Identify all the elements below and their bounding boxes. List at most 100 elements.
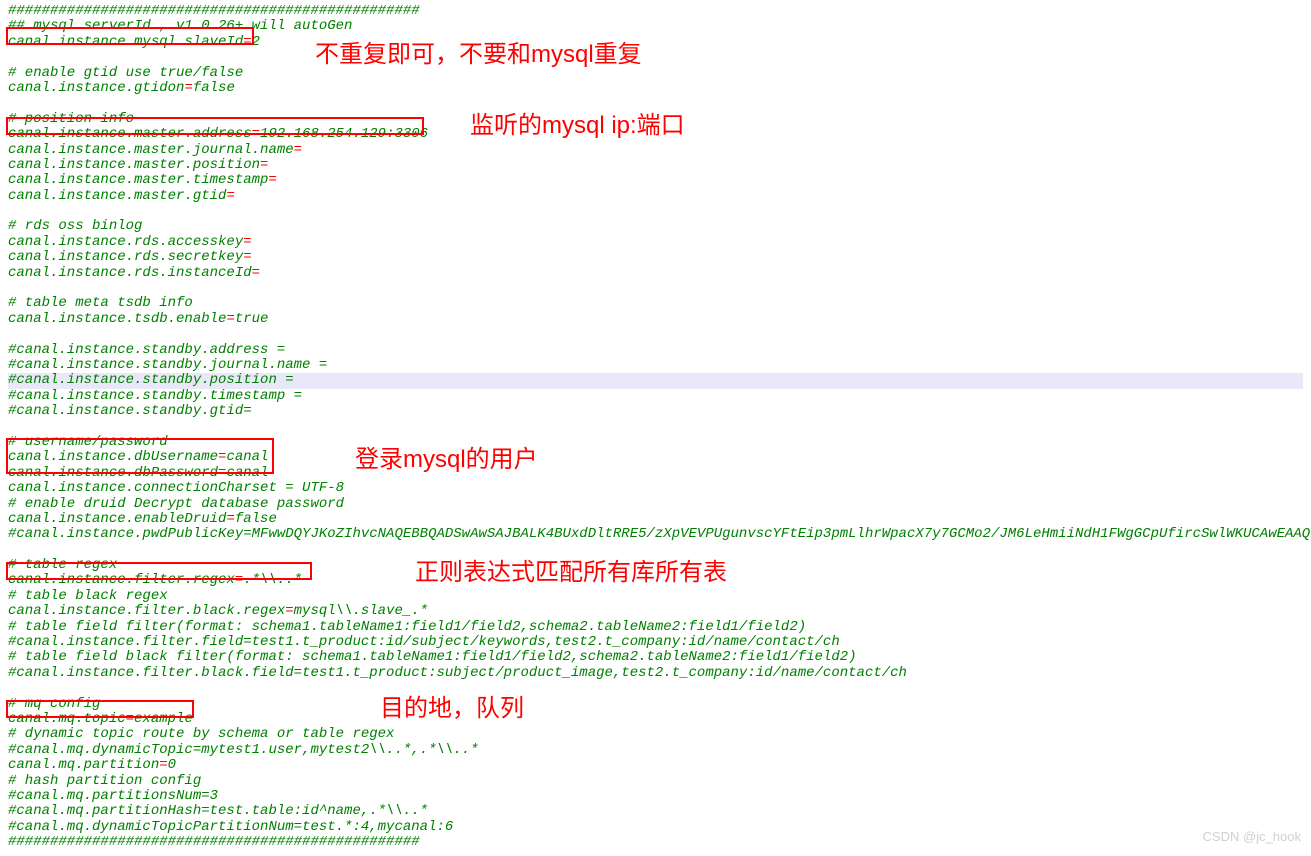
config-value: canal	[226, 465, 268, 481]
code-line: #canal.instance.standby.gtid=	[8, 404, 1303, 419]
code-line: #canal.instance.standby.address =	[8, 343, 1303, 358]
config-key: canal.instance.filter.black.regex	[8, 603, 285, 619]
code-line: canal.instance.mysql.slaveId=2	[8, 35, 1303, 50]
equals-sign: =	[243, 234, 251, 250]
config-key: canal.instance.mysql.slaveId	[8, 34, 243, 50]
equals-sign: =	[285, 603, 293, 619]
annotation-text: 登录mysql的用户	[355, 447, 538, 473]
equals-sign: =	[252, 265, 260, 281]
annotation-text: 正则表达式匹配所有库所有表	[415, 560, 727, 586]
code-line: canal.instance.dbPassword=canal	[8, 466, 1303, 481]
code-line: # enable druid Decrypt database password	[8, 497, 1303, 512]
code-line: #canal.instance.standby.timestamp =	[8, 389, 1303, 404]
code-line: #canal.instance.standby.position =	[8, 373, 1303, 388]
code-line: canal.instance.master.position=	[8, 158, 1303, 173]
config-key: canal.instance.rds.accesskey	[8, 234, 243, 250]
code-line	[8, 327, 1303, 342]
code-line: #canal.instance.filter.field=test1.t_pro…	[8, 635, 1303, 650]
code-line: # rds oss binlog	[8, 219, 1303, 234]
equals-sign: =	[159, 757, 167, 773]
annotation-text: 目的地，队列	[380, 696, 524, 722]
equals-sign: =	[243, 249, 251, 265]
code-line: canal.mq.topic=example	[8, 712, 1303, 727]
equals-sign: =	[235, 572, 243, 588]
code-line: canal.instance.master.timestamp=	[8, 173, 1303, 188]
config-value: mysql\\.slave_.*	[294, 603, 428, 619]
code-line: # table field black filter(format: schem…	[8, 650, 1303, 665]
code-line: # hash partition config	[8, 774, 1303, 789]
code-line: # enable gtid use true/false	[8, 66, 1303, 81]
code-line: # table meta tsdb info	[8, 296, 1303, 311]
code-line	[8, 420, 1303, 435]
code-line: canal.instance.rds.instanceId=	[8, 266, 1303, 281]
code-line: ########################################…	[8, 835, 1303, 850]
code-line: #canal.instance.pwdPublicKey=MFwwDQYJKoZ…	[8, 527, 1303, 542]
code-line: canal.instance.filter.black.regex=mysql\…	[8, 604, 1303, 619]
equals-sign: =	[243, 34, 251, 50]
config-key: canal.instance.rds.secretkey	[8, 249, 243, 265]
equals-sign: =	[226, 311, 234, 327]
config-key: canal.instance.gtidon	[8, 80, 184, 96]
code-line: canal.instance.dbUsername=canal	[8, 450, 1303, 465]
config-key: canal.instance.rds.instanceId	[8, 265, 252, 281]
config-key: canal.instance.filter.regex	[8, 572, 235, 588]
code-line: #canal.mq.partitionHash=test.table:id^na…	[8, 804, 1303, 819]
code-line	[8, 681, 1303, 696]
code-line: canal.instance.master.journal.name=	[8, 143, 1303, 158]
config-value: 0	[168, 757, 176, 773]
config-key: canal.instance.master.gtid	[8, 188, 226, 204]
config-value: .*\\..*	[243, 572, 302, 588]
config-key: canal.mq.partition	[8, 757, 159, 773]
config-value: canal	[226, 449, 268, 465]
code-line	[8, 50, 1303, 65]
config-key: canal.instance.master.position	[8, 157, 260, 173]
config-key: canal.instance.tsdb.enable	[8, 311, 226, 327]
config-key: canal.instance.dbPassword	[8, 465, 218, 481]
code-line: canal.instance.rds.secretkey=	[8, 250, 1303, 265]
code-line: canal.mq.partition=0	[8, 758, 1303, 773]
code-line: #canal.mq.dynamicTopicPartitionNum=test.…	[8, 820, 1303, 835]
config-key: canal.instance.enableDruid	[8, 511, 226, 527]
config-key: canal.instance.master.address	[8, 126, 252, 142]
equals-sign: =	[126, 711, 134, 727]
annotation-text: 不重复即可，不要和mysql重复	[315, 42, 642, 68]
code-line: canal.instance.gtidon=false	[8, 81, 1303, 96]
code-line: #canal.instance.filter.black.field=test1…	[8, 666, 1303, 681]
code-line	[8, 204, 1303, 219]
config-value: 192.168.254.129:3306	[260, 126, 428, 142]
config-value: 2	[252, 34, 260, 50]
code-line: canal.instance.tsdb.enable=true	[8, 312, 1303, 327]
code-line: # dynamic topic route by schema or table…	[8, 727, 1303, 742]
code-line: #canal.instance.standby.journal.name =	[8, 358, 1303, 373]
code-line: ########################################…	[8, 4, 1303, 19]
code-line	[8, 281, 1303, 296]
equals-sign: =	[226, 511, 234, 527]
equals-sign: =	[260, 157, 268, 173]
code-line: canal.instance.rds.accesskey=	[8, 235, 1303, 250]
config-value: true	[235, 311, 269, 327]
config-value: false	[193, 80, 235, 96]
code-line: #canal.mq.dynamicTopic=mytest1.user,myte…	[8, 743, 1303, 758]
config-key: canal.instance.dbUsername	[8, 449, 218, 465]
code-line: canal.instance.connectionCharset = UTF-8	[8, 481, 1303, 496]
code-line: # table black regex	[8, 589, 1303, 604]
code-line	[8, 96, 1303, 111]
code-line: # table field filter(format: schema1.tab…	[8, 620, 1303, 635]
config-value: example	[134, 711, 193, 727]
equals-sign: =	[184, 80, 192, 96]
watermark: CSDN @jc_hook	[1203, 830, 1301, 844]
code-line: #canal.mq.partitionsNum=3	[8, 789, 1303, 804]
equals-sign: =	[226, 188, 234, 204]
config-key: canal.instance.master.journal.name	[8, 142, 294, 158]
code-line: canal.instance.master.gtid=	[8, 189, 1303, 204]
code-line: # username/password	[8, 435, 1303, 450]
config-key: canal.mq.topic	[8, 711, 126, 727]
config-key: canal.instance.master.timestamp	[8, 172, 268, 188]
config-value: false	[235, 511, 277, 527]
annotation-text: 监听的mysql ip:端口	[470, 113, 685, 139]
code-line: canal.instance.enableDruid=false	[8, 512, 1303, 527]
code-line	[8, 543, 1303, 558]
code-line: ## mysql serverId , v1.0.26+ will autoGe…	[8, 19, 1303, 34]
equals-sign: =	[252, 126, 260, 142]
equals-sign: =	[268, 172, 276, 188]
